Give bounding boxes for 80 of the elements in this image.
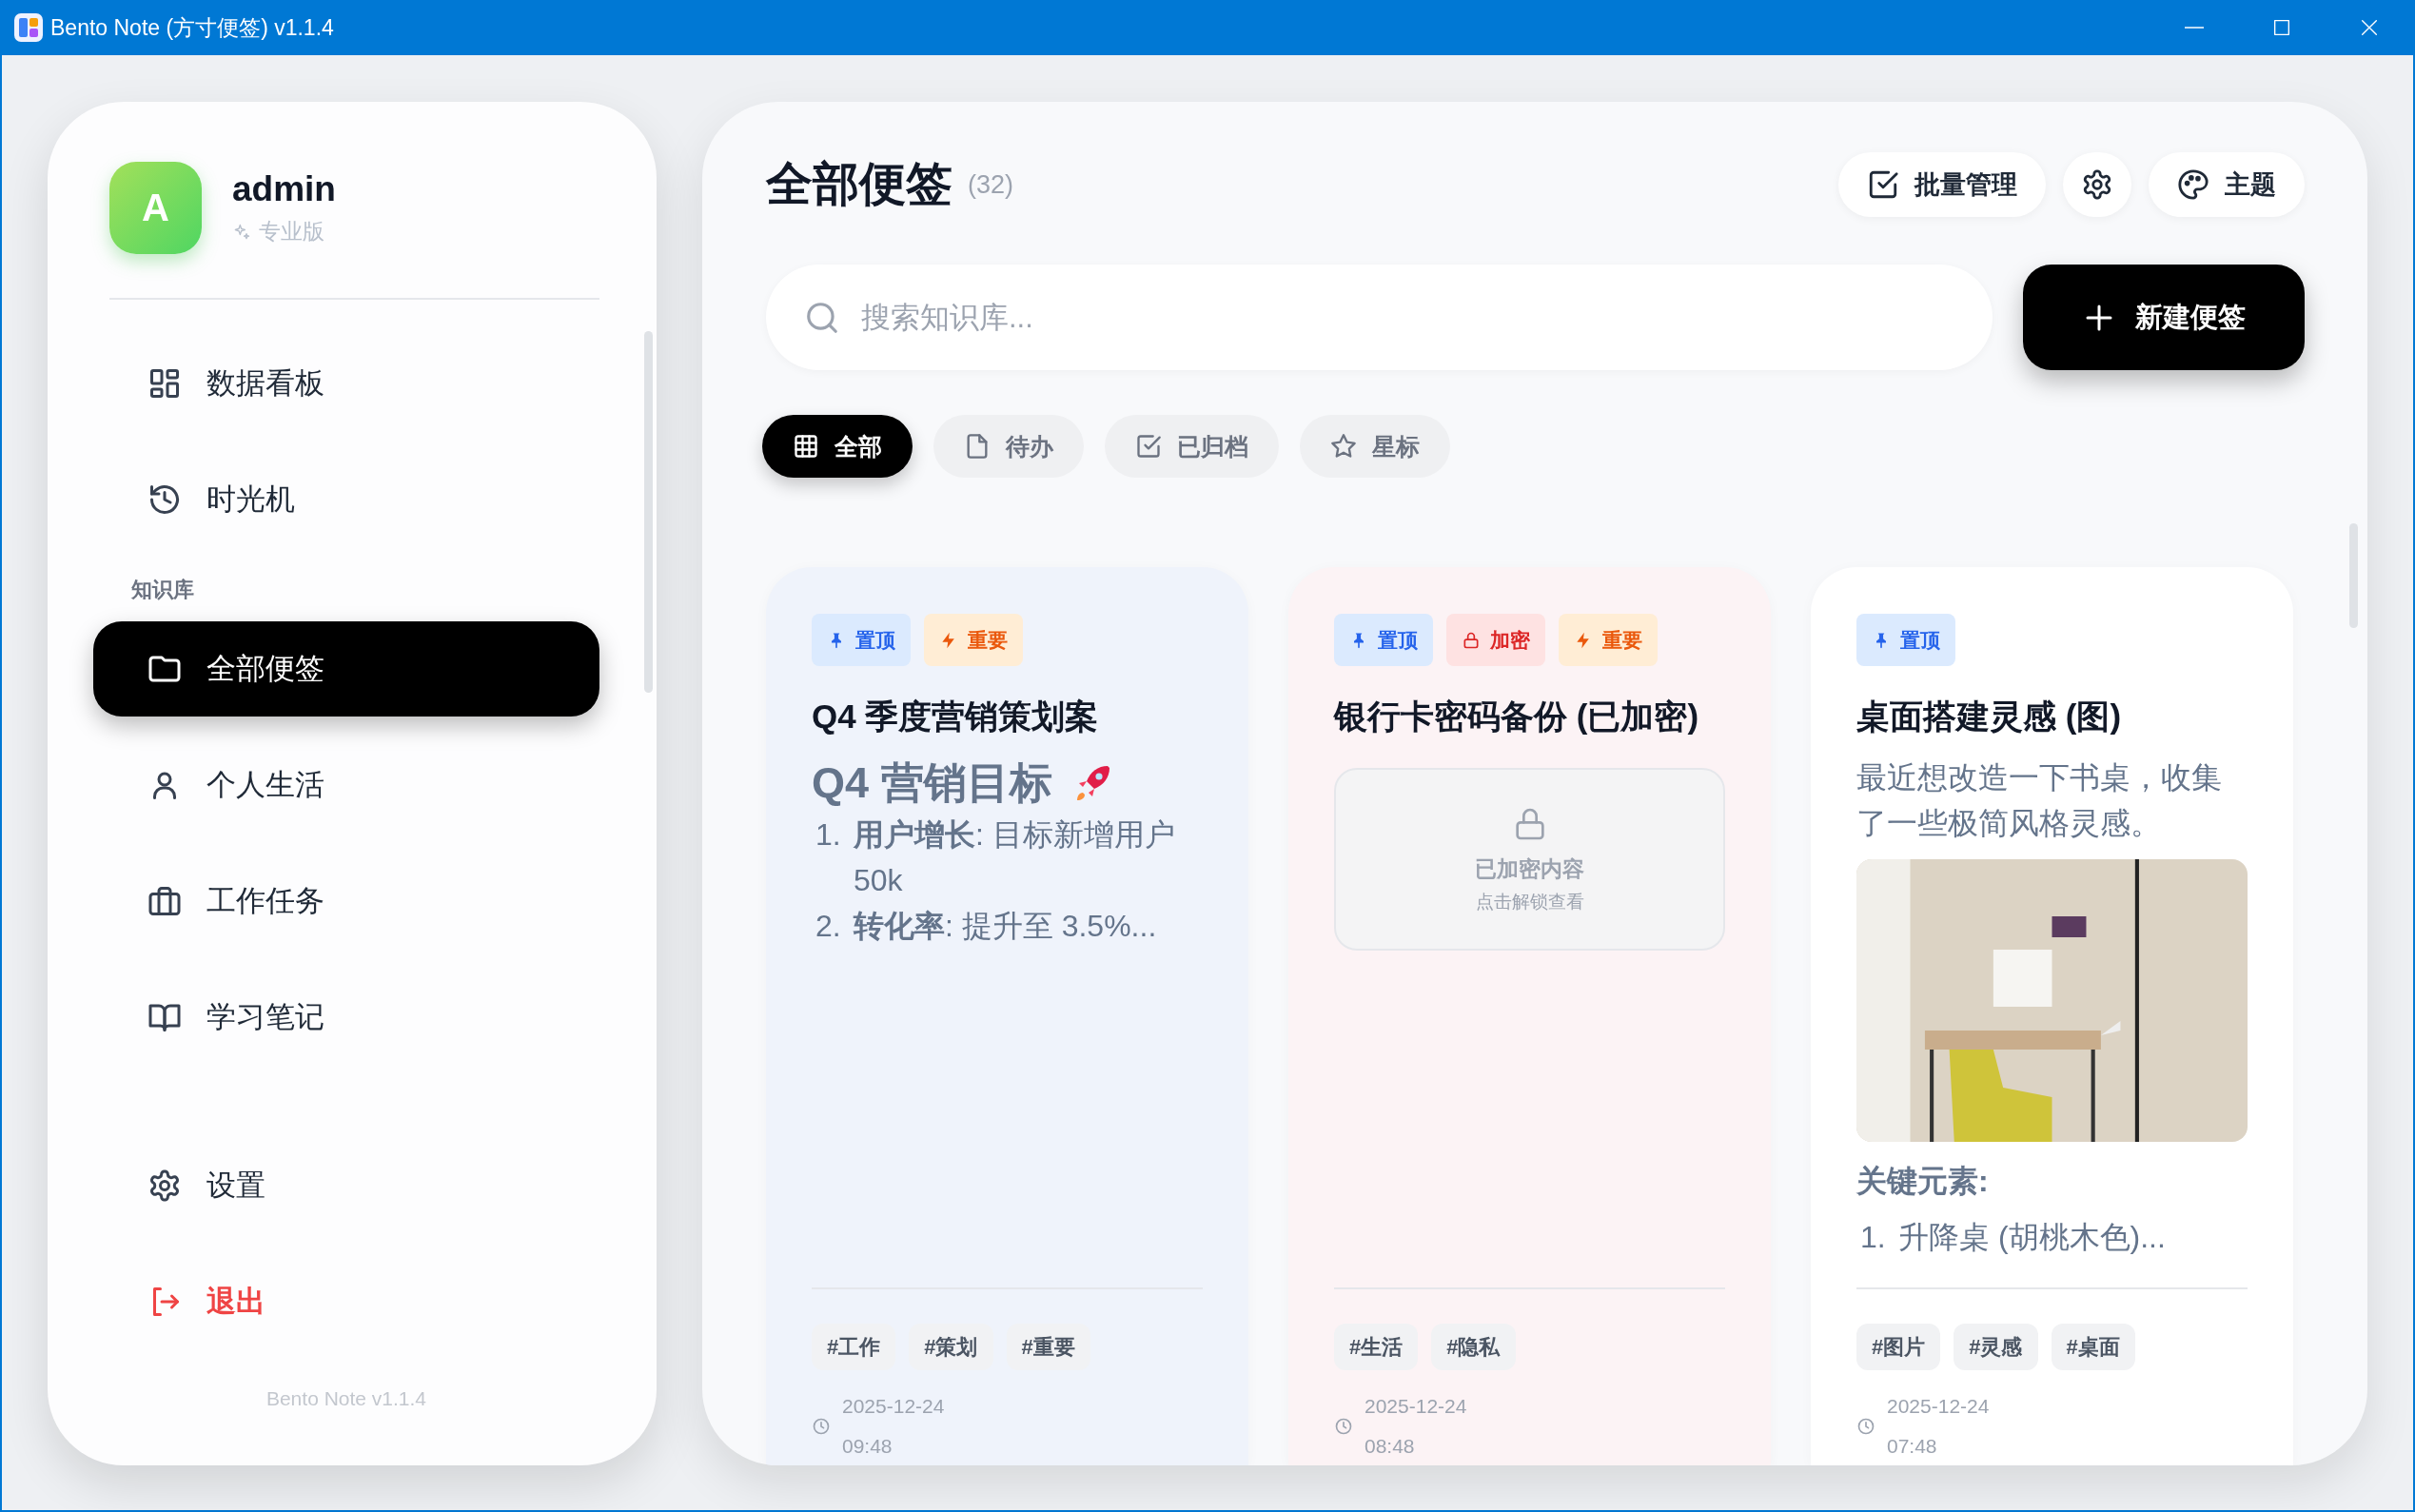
star-icon: [1330, 433, 1357, 460]
sparkle-icon: [232, 222, 251, 242]
sidebar-item[interactable]: 设置: [93, 1138, 599, 1233]
note-title: 银行卡密码备份 (已加密): [1334, 697, 1700, 736]
note-badge: 重要: [924, 614, 1023, 666]
theme-button[interactable]: 主题: [2149, 152, 2305, 217]
user-name: admin: [232, 169, 336, 209]
briefcase-icon: [147, 884, 182, 918]
new-note-button[interactable]: 新建便签: [2023, 265, 2305, 370]
sidebar-item[interactable]: 时光机: [93, 452, 599, 547]
settings-icon: [2081, 168, 2113, 201]
note-subheading: 关键元素:: [1856, 1163, 1990, 1200]
note-date: 2025-12-24: [1365, 1395, 1467, 1418]
note-badge: 置顶: [1856, 614, 1955, 666]
note-text: 最近想改造一下书桌，收集了一些极简风格灵感。: [1856, 759, 2223, 842]
note-tag[interactable]: #重要: [1006, 1324, 1090, 1370]
note-badge: 加密: [1446, 614, 1545, 666]
note-date: 2025-12-24: [1887, 1395, 1990, 1418]
note-tag[interactable]: #图片: [1856, 1324, 1941, 1370]
sidebar-item[interactable]: 个人生活: [93, 737, 599, 833]
sidebar-item[interactable]: 全部便签: [93, 621, 599, 717]
scrollbar-thumb[interactable]: [644, 331, 653, 693]
note-time: 09:48: [842, 1435, 893, 1458]
note-time: 08:48: [1365, 1435, 1416, 1458]
section-label: 知识库: [131, 577, 195, 603]
note-date: 2025-12-24: [842, 1395, 945, 1418]
page-title: 全部便签: [766, 157, 952, 211]
list-item: 1. 用户增长: 目标新增用户 50k: [815, 816, 1176, 899]
scrollbar-thumb[interactable]: [2349, 523, 2358, 628]
checkbox-icon: [1135, 433, 1162, 460]
close-icon: [2359, 17, 2380, 38]
note-tag[interactable]: #生活: [1334, 1324, 1419, 1370]
note-title: Q4 季度营销策划案: [812, 697, 1100, 736]
clock-icon: [1334, 1417, 1353, 1436]
list-item: 1. 升降桌 (胡桃木色)...: [1859, 1219, 2167, 1256]
settings-icon: [147, 1168, 182, 1203]
note-title: 桌面搭建灵感 (图): [1856, 697, 2123, 736]
note-badge: 置顶: [812, 614, 911, 666]
note-tag[interactable]: #桌面: [2051, 1324, 2135, 1370]
note-tag[interactable]: #隐私: [1431, 1324, 1516, 1370]
note-badge: 重要: [1559, 614, 1658, 666]
search-bar[interactable]: 搜索知识库...: [766, 265, 1993, 370]
checkbox-icon: [1867, 168, 1899, 201]
dashboard-icon: [147, 366, 182, 401]
grid-icon: [793, 433, 819, 460]
filter-tab[interactable]: 星标: [1300, 415, 1450, 478]
note-count: (32): [968, 169, 1013, 200]
note-card[interactable]: 置顶 加密 重要 银行卡密码备份 (已加密) 已加密内容 点击解锁查看 #生活 #隐私 2025-12-24 08:48: [1288, 567, 1771, 1465]
clock-icon: [1856, 1417, 1875, 1436]
note-card[interactable]: 置顶 桌面搭建灵感 (图) 最近想改造一下书桌，收集了一些极简风格灵感。 关键元素: 1. 升降桌 (胡桃木色)... #图片 #灵感 #桌面 2025-12-24 07:48: [1811, 567, 2293, 1465]
sidebar-item[interactable]: 数据看板: [93, 336, 599, 431]
list-item: 2. 转化率: 提升至 3.5%...: [815, 908, 1158, 945]
batch-manage-button[interactable]: 批量管理: [1838, 152, 2046, 217]
search-field[interactable]: 搜索知识库...: [859, 299, 1954, 336]
minimize-icon: [2184, 27, 2205, 29]
note-badge: 置顶: [1334, 614, 1433, 666]
clock-icon: [812, 1417, 831, 1436]
unlock-hint: 点击解锁查看: [1475, 890, 1584, 913]
palette-icon: [2177, 168, 2209, 201]
maximize-icon: [2271, 17, 2292, 38]
sidebar-item[interactable]: 学习笔记: [93, 970, 599, 1065]
filter-tab[interactable]: 全部: [762, 415, 913, 478]
app-logo-icon: [14, 13, 43, 42]
filter-tab[interactable]: 待办: [933, 415, 1084, 478]
note-card[interactable]: 置顶 重要 Q4 季度营销策划案 Q4 营销目标 1. 用户增长: 目标新增用户 50k 2. 转化率: 提升至 3.5%... #工作 #策划 #重要 2025-12-24 09:48: [766, 567, 1248, 1465]
version-label: Bento Note v1.1.4: [265, 1387, 427, 1410]
plan-label: 专业版: [259, 218, 324, 245]
note-tag[interactable]: #策划: [909, 1324, 993, 1370]
avatar: A: [109, 162, 202, 254]
window-title: Bento Note (方寸便签) v1.1.4: [50, 13, 335, 42]
filter-tab[interactable]: 已归档: [1105, 415, 1279, 478]
note-tag[interactable]: #工作: [812, 1324, 896, 1370]
sidebar-item[interactable]: 退出: [93, 1254, 599, 1349]
sidebar-item[interactable]: 工作任务: [93, 854, 599, 949]
lock-icon: [1462, 630, 1481, 650]
locked-title: 已加密内容: [1475, 854, 1584, 883]
note-time: 07:48: [1887, 1435, 1938, 1458]
history-icon: [147, 482, 182, 517]
note-tag[interactable]: #灵感: [1954, 1324, 2038, 1370]
note-heading: Q4 营销目标: [812, 757, 1052, 809]
